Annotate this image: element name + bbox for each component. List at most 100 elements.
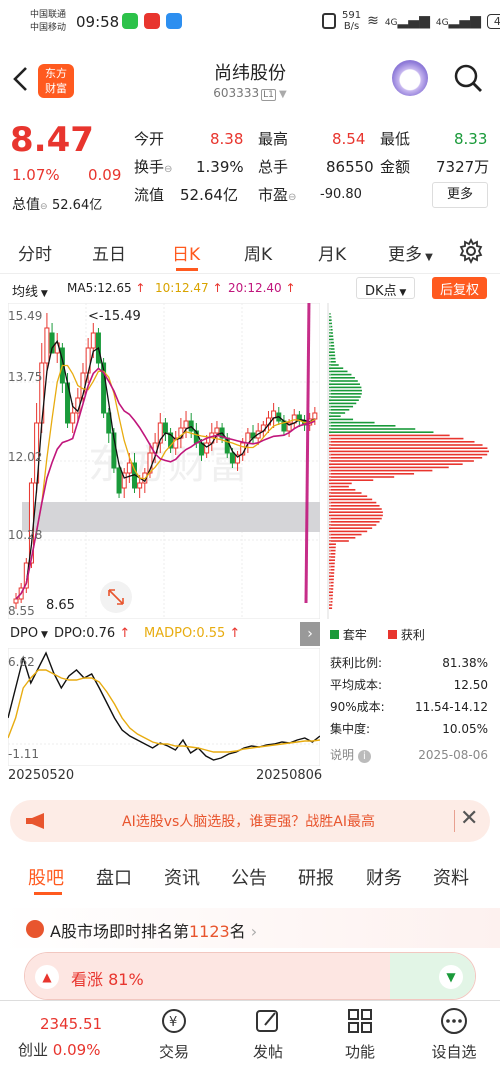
- rank-text: A股市场即时排名第1123名 ›: [50, 922, 258, 941]
- chip-bar: [329, 434, 450, 437]
- legend-trapped: 套牢: [330, 626, 367, 643]
- nav-bar: 东方 财富 尚纬股份 603333 L1 ▼: [0, 46, 500, 108]
- rank-row[interactable]: A股市场即时排名第1123名 ›: [0, 908, 500, 948]
- chip-bar: [329, 421, 375, 424]
- nav-watchlist[interactable]: 设自选: [414, 1007, 494, 1062]
- info-button[interactable]: 说明 i: [330, 744, 371, 766]
- chip-bar: [329, 495, 368, 497]
- sentiment-vote: ▲ 看涨 81% ▼: [24, 952, 476, 1000]
- chip-bar: [329, 373, 352, 376]
- dpo-chart: 6.62 -1.11: [8, 648, 320, 766]
- chip-bar: [329, 533, 362, 536]
- tab-ziliao[interactable]: 资料: [433, 864, 469, 890]
- candle: [90, 332, 96, 349]
- chip-bar: [329, 351, 335, 353]
- robot-avatar-icon[interactable]: [392, 60, 428, 96]
- tab-zixun[interactable]: 资讯: [164, 864, 200, 890]
- y-label-4: 10.28: [8, 528, 42, 542]
- tab-more[interactable]: 更多 ▼: [388, 240, 433, 265]
- tab-zhouk[interactable]: 周K: [244, 240, 272, 265]
- carrier-1: 中国联通: [30, 10, 67, 20]
- candle: [214, 427, 220, 434]
- change-amount: 0.09: [88, 166, 122, 184]
- close-icon[interactable]: ✕: [460, 806, 478, 831]
- tab-pankou[interactable]: 盘口: [96, 864, 132, 890]
- candle: [312, 412, 318, 420]
- chip-bar: [329, 409, 350, 411]
- stat-row: 90%成本: 11.54-14.12: [330, 700, 488, 714]
- expand-icon[interactable]: [100, 581, 132, 613]
- tab-rik[interactable]: 日K: [172, 240, 200, 265]
- kline-chart[interactable]: 东方财富 15.49 13.75 12.02 10.28 8.55 <-15.4…: [8, 303, 320, 619]
- date-start: 20250520: [8, 768, 75, 783]
- vibrate-icon: [322, 13, 336, 29]
- ad-text: AI选股vs人脑选股，谁更强？战胜AI最高: [122, 814, 375, 830]
- chip-bar: [329, 604, 333, 606]
- mktcap-row: 总值⊖ 52.64亿: [12, 197, 103, 213]
- carrier-2: 中国移动: [30, 23, 67, 33]
- dpo-y-max: 6.62: [8, 655, 35, 669]
- settings-gear-icon[interactable]: [458, 238, 484, 264]
- chip-bar: [329, 402, 357, 405]
- tab-wuri[interactable]: 五日: [92, 240, 126, 265]
- content-tabs: 股吧 盘口 资讯 公告 研报 财务 资料: [0, 858, 500, 896]
- candle: [271, 410, 277, 419]
- chip-bar: [329, 393, 362, 395]
- chip-bar: [329, 524, 377, 526]
- ma-select[interactable]: 均线 ▼: [12, 281, 48, 300]
- nav-func[interactable]: 功能: [320, 1007, 400, 1062]
- collapse-arrow-icon[interactable]: ›: [300, 622, 320, 646]
- wechat-icon: [122, 13, 138, 29]
- yuan-icon: ¥: [162, 1009, 186, 1033]
- tab-yuek[interactable]: 月K: [318, 240, 346, 265]
- tab-caiwu[interactable]: 财务: [366, 864, 402, 890]
- dk-point-select[interactable]: DK点 ▼: [356, 277, 416, 299]
- tab-yanbao[interactable]: 研报: [298, 864, 334, 890]
- chip-bar: [329, 543, 336, 545]
- ma20-value: 20:12.40 ↑: [228, 281, 296, 295]
- adjust-button[interactable]: 后复权: [432, 277, 488, 299]
- y-label-2: 13.75: [8, 370, 42, 384]
- ad-banner[interactable]: AI选股vs人脑选股，谁更强？战胜AI最高 ✕: [10, 800, 490, 842]
- date-end: 20250806: [256, 768, 323, 783]
- tab-guba[interactable]: 股吧: [28, 864, 64, 890]
- up-arrow-icon[interactable]: ▲: [35, 965, 59, 989]
- tab-gonggao[interactable]: 公告: [231, 864, 267, 890]
- stat-row: 平均成本: 12.50: [330, 678, 488, 692]
- stock-code[interactable]: 603333 L1 ▼: [0, 86, 500, 101]
- dpo-value: DPO:0.76 ↑: [54, 626, 131, 641]
- chip-bar: [329, 485, 349, 488]
- dpo-header: DPO ▼ DPO:0.76 ↑ MADPO:0.55 ↑ › 套牢 获利: [0, 622, 500, 646]
- clock: 09:58: [76, 13, 120, 31]
- chip-bar: [329, 575, 335, 577]
- megaphone-icon: [26, 813, 44, 829]
- chip-bar: [329, 559, 335, 561]
- chip-bar: [329, 396, 361, 398]
- index-quote[interactable]: 2345.51 创业 0.09%: [10, 1015, 130, 1060]
- chip-bar: [329, 537, 356, 539]
- more-button[interactable]: 更多: [432, 182, 489, 208]
- chip-bar: [329, 377, 355, 379]
- chip-bar: [329, 476, 395, 478]
- down-arrow-icon[interactable]: ▼: [439, 965, 463, 989]
- signal-1: 4G▂▄▆: [384, 13, 430, 29]
- chart-toolbar: 均线 ▼ MA5:12.65 ↑ 10:12.47 ↑ 20:12.40 ↑ D…: [0, 277, 500, 303]
- dpo-select[interactable]: DPO ▼: [10, 626, 48, 641]
- chip-bar: [329, 457, 483, 459]
- search-icon[interactable]: [452, 62, 484, 94]
- battery-icon: 49: [486, 13, 500, 29]
- tab-fenshi[interactable]: 分时: [18, 240, 52, 265]
- chip-bar: [329, 517, 382, 520]
- nav-trade[interactable]: ¥ 交易: [134, 1007, 214, 1062]
- candle: [116, 467, 122, 494]
- chip-bar: [329, 367, 344, 369]
- chip-bar: [329, 460, 474, 462]
- nav-post[interactable]: 发帖: [228, 1007, 308, 1062]
- app-red-icon: [144, 13, 160, 29]
- chip-bar: [329, 489, 356, 491]
- candle: [137, 482, 143, 489]
- chip-bar: [329, 335, 334, 337]
- y-label-3: 12.02: [8, 450, 42, 464]
- chip-bar: [329, 418, 354, 421]
- chip-bar: [329, 380, 358, 382]
